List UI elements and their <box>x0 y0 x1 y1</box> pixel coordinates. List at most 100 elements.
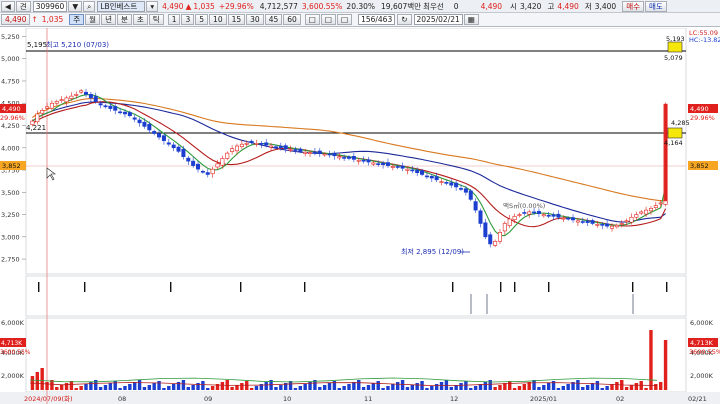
search-icon[interactable]: ⌕ <box>83 0 96 12</box>
volume-bar <box>600 388 604 390</box>
volume-bar <box>206 388 210 390</box>
sell-button[interactable]: 매도 <box>645 0 667 12</box>
candle-body <box>239 143 244 148</box>
volume-bar <box>342 386 346 390</box>
tool-button-1[interactable]: □ <box>304 14 320 25</box>
period-year[interactable]: 년 <box>101 14 116 25</box>
period-week[interactable]: 주 <box>69 14 85 25</box>
interval-30[interactable]: 30 <box>246 14 264 25</box>
date-input[interactable]: 2025/02/21 <box>413 14 463 25</box>
candle-body <box>478 210 483 224</box>
prev-badge-right-text: 3,852 <box>690 162 709 170</box>
candle-body <box>288 149 293 151</box>
candle-body <box>561 217 566 220</box>
interval-10[interactable]: 10 <box>209 14 227 25</box>
line1-handle[interactable] <box>667 41 683 53</box>
back-button[interactable]: ◀ <box>1 0 15 12</box>
candlestick-chart[interactable]: 5,2505,0004,7504,5004,2504,0003,7503,500… <box>0 27 720 404</box>
volume-bar <box>123 386 127 390</box>
candle-body <box>337 156 342 159</box>
period-second[interactable]: 초 <box>132 14 148 25</box>
interval-15[interactable]: 15 <box>227 14 246 25</box>
volume-bar <box>59 385 64 390</box>
candle-body <box>142 121 147 127</box>
volume-bar <box>220 382 225 390</box>
candle-body <box>54 101 59 104</box>
candle-body <box>644 209 649 215</box>
candle-body <box>536 211 541 214</box>
volume-bar <box>576 380 580 390</box>
candle-body <box>283 145 288 149</box>
volume-bar <box>400 380 405 390</box>
change-value: 1,035 <box>193 1 215 11</box>
calendar-icon[interactable]: ▦ <box>463 14 479 25</box>
volume-bar <box>298 386 303 390</box>
last-candle-body <box>664 104 668 202</box>
date-axis-label: 11 <box>364 395 372 403</box>
candle-body <box>317 150 322 154</box>
quote-toolbar: ◀ 견 309960 ▼ ⌕ LB인베스트 ▾ 4,490 ▲ 1,035 +2… <box>0 0 720 13</box>
price-value: 4,490 <box>162 1 184 11</box>
volume-bar <box>498 385 502 390</box>
candle-body <box>507 218 512 226</box>
period-minute[interactable]: 분 <box>116 14 132 25</box>
candle-body <box>210 168 215 175</box>
candle-body <box>390 166 395 168</box>
candle-body <box>108 105 113 109</box>
volume-bar <box>357 380 361 390</box>
search-button[interactable]: ▼ <box>68 0 83 12</box>
volume-bar <box>201 381 205 390</box>
mode-button[interactable]: 견 <box>15 0 31 12</box>
candle-body <box>415 169 420 174</box>
candle-body <box>512 216 517 221</box>
interval-3[interactable]: 3 <box>181 14 195 25</box>
interval-5[interactable]: 5 <box>195 14 209 25</box>
refresh-icon[interactable]: ↻ <box>397 14 412 25</box>
vol-badge-left-text: 4,713K <box>1 340 23 347</box>
stock-code-input[interactable]: 309960 <box>32 0 68 12</box>
signal-mark <box>632 282 634 292</box>
volume-bar <box>293 388 298 390</box>
line2-handle[interactable] <box>667 127 683 139</box>
candle-body <box>376 163 381 165</box>
volume-bar <box>522 384 527 390</box>
candle-body <box>220 158 225 166</box>
tool-button-2[interactable]: □ <box>320 14 336 25</box>
candle-body <box>473 201 478 211</box>
page-counter[interactable]: 156/463 <box>358 14 396 25</box>
volume-bar <box>649 330 653 390</box>
signal-mark <box>170 282 172 292</box>
candle-body <box>385 162 390 166</box>
candle-body <box>137 119 142 124</box>
stock-name-field[interactable]: LB인베스트 <box>97 0 146 12</box>
candle-body <box>517 214 522 216</box>
period-tick[interactable]: 틱 <box>148 14 164 25</box>
price-tick-label: 4,250 <box>1 122 20 130</box>
interval-45[interactable]: 45 <box>264 14 283 25</box>
period-month[interactable]: 월 <box>85 14 101 25</box>
candle-body <box>522 212 527 214</box>
tool-button-3[interactable]: □ <box>336 14 353 25</box>
date-axis-label: 02 <box>616 395 624 403</box>
candle-body <box>196 163 201 170</box>
candle-body <box>103 105 108 108</box>
volume-bar <box>425 388 429 390</box>
candle-body <box>410 169 415 172</box>
candle-body <box>575 220 580 223</box>
volume-bar <box>381 388 385 390</box>
pct-badge-left-text: 29.96% <box>0 114 25 122</box>
volume-tick-label-left: 2,000K <box>1 372 25 380</box>
candle-body <box>600 224 605 226</box>
chart-area[interactable]: 5,250 5,000 4,750 4,500 4,250 4,000 3,750 3,500… <box>0 27 720 404</box>
candle-body <box>215 163 220 168</box>
volume-ratio-value: 3,600.55% <box>301 1 343 11</box>
candle-body <box>259 143 264 145</box>
up-arrow-small-icon: ↑ <box>31 15 38 24</box>
buy-button[interactable]: 매수 <box>622 0 645 12</box>
candle-body <box>502 223 507 232</box>
interval-1[interactable]: 1 <box>167 14 181 25</box>
volume-bar <box>644 388 648 390</box>
interval-60[interactable]: 60 <box>283 14 301 25</box>
change-pct-value: +29.96% <box>218 1 254 11</box>
stock-menu-button[interactable]: ▾ <box>146 0 159 12</box>
